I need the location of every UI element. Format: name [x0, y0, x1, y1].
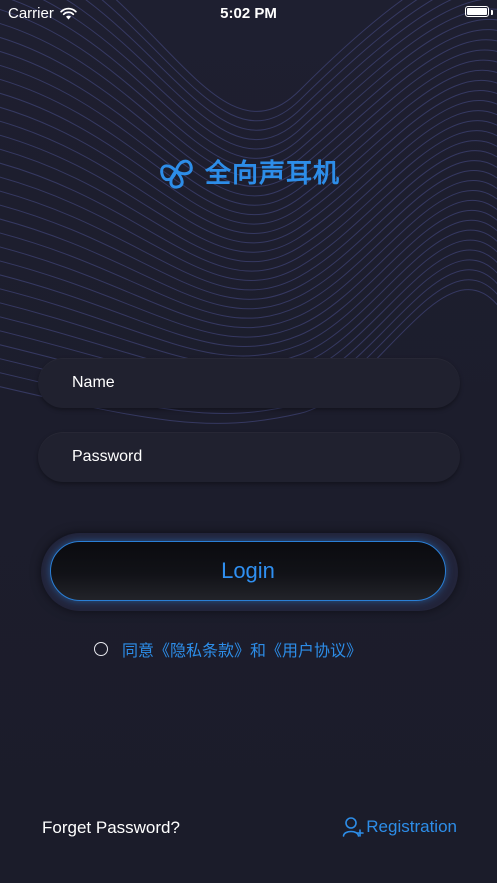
login-button[interactable]: Login [50, 541, 446, 601]
wave-line [0, 190, 497, 329]
name-field-container [38, 358, 460, 408]
registration-link[interactable]: Registration [342, 816, 457, 838]
brand-name: 全向声耳机 [204, 158, 340, 189]
wave-line [0, 239, 497, 376]
password-field-container [38, 432, 460, 482]
wave-line [0, 229, 497, 366]
agreement-row: 同意《隐私条款》和《用户协议》 [94, 637, 362, 661]
add-user-icon [342, 817, 365, 837]
agreement-text[interactable]: 同意《隐私条款》和《用户协议》 [122, 637, 362, 661]
password-input[interactable] [38, 432, 460, 482]
forget-password-link[interactable]: Forget Password? [42, 818, 180, 838]
status-time: 5:02 PM [220, 5, 277, 22]
wave-line [0, 219, 497, 357]
login-button-label: Login [221, 558, 275, 583]
name-input[interactable] [38, 358, 460, 408]
agreement-checkbox[interactable] [94, 642, 108, 656]
wave-line [0, 69, 497, 216]
battery-icon [465, 6, 489, 17]
brand-header: 全向声耳机 [0, 152, 497, 190]
logo-icon [160, 159, 193, 189]
registration-label: Registration [366, 817, 457, 836]
wave-line [0, 200, 497, 338]
battery-tip [491, 10, 493, 15]
login-screen: Carrier 5:02 PM 全向声耳机 Name Login 同意《隐私条款… [0, 0, 497, 883]
status-bar: Carrier 5:02 PM [0, 0, 497, 26]
